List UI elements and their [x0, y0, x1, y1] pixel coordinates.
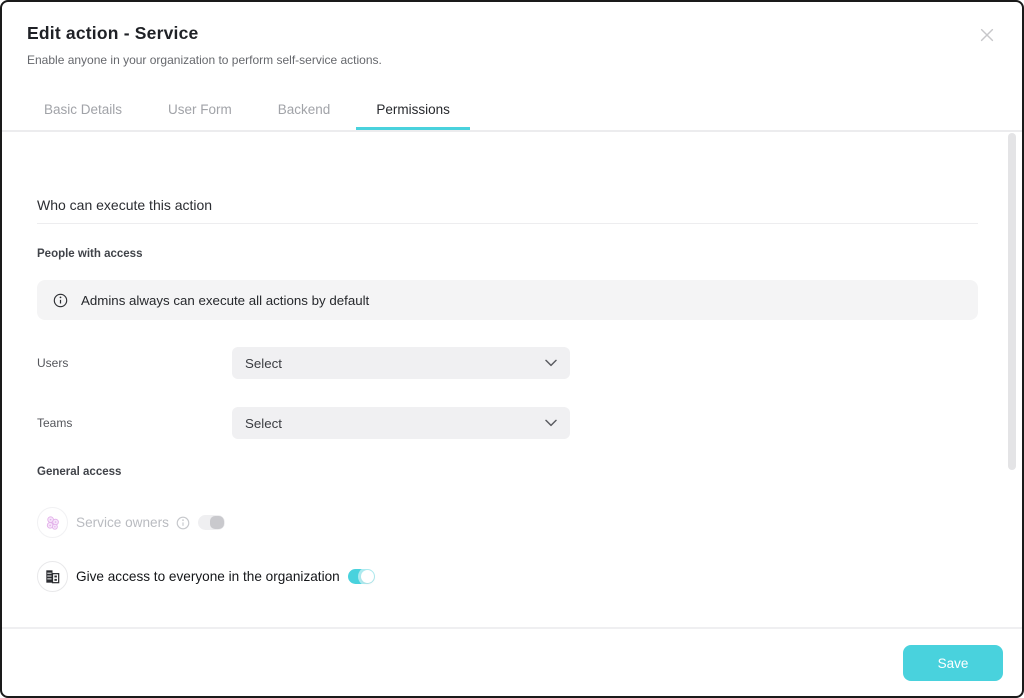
general-access-label: General access	[37, 466, 121, 478]
teams-select-value: Select	[245, 416, 282, 431]
edit-action-modal: Edit action - Service Enable anyone in y…	[0, 0, 1024, 698]
service-owners-row: Service owners	[37, 507, 978, 538]
modal-subtitle: Enable anyone in your organization to pe…	[27, 53, 382, 67]
avatar	[37, 507, 68, 538]
tab-user-form[interactable]: User Form	[148, 92, 252, 130]
save-button[interactable]: Save	[903, 645, 1003, 681]
chevron-down-icon	[545, 419, 557, 427]
everyone-access-label: Give access to everyone in the organizat…	[76, 569, 340, 584]
tab-permissions[interactable]: Permissions	[356, 92, 470, 130]
section-title: Who can execute this action	[37, 197, 212, 213]
avatar	[37, 561, 68, 592]
info-circle-icon[interactable]	[176, 516, 190, 530]
close-icon[interactable]	[976, 24, 998, 46]
teams-select[interactable]: Select	[232, 407, 570, 439]
scrollbar[interactable]	[1008, 133, 1016, 470]
organization-buildings-icon	[43, 567, 62, 586]
everyone-access-row: Give access to everyone in the organizat…	[37, 561, 978, 592]
tab-backend[interactable]: Backend	[258, 92, 351, 130]
modal-title: Edit action - Service	[27, 23, 198, 44]
section-divider	[37, 223, 978, 224]
service-owners-toggle[interactable]	[198, 515, 225, 530]
tab-bar: Basic Details User Form Backend Permissi…	[24, 92, 470, 130]
footer-divider	[2, 627, 1022, 629]
users-select[interactable]: Select	[232, 347, 570, 379]
tabs-divider	[2, 130, 1022, 132]
info-circle-icon	[53, 293, 68, 308]
teams-label: Teams	[37, 416, 72, 430]
users-select-value: Select	[245, 356, 282, 371]
service-owners-label: Service owners	[76, 515, 169, 530]
everyone-access-toggle[interactable]	[348, 569, 375, 584]
users-label: Users	[37, 356, 68, 370]
tab-basic-details[interactable]: Basic Details	[24, 92, 142, 130]
people-with-access-label: People with access	[37, 248, 142, 260]
team-cluster-icon	[43, 513, 62, 532]
info-banner-text: Admins always can execute all actions by…	[81, 293, 369, 308]
chevron-down-icon	[545, 359, 557, 367]
info-banner: Admins always can execute all actions by…	[37, 280, 978, 320]
